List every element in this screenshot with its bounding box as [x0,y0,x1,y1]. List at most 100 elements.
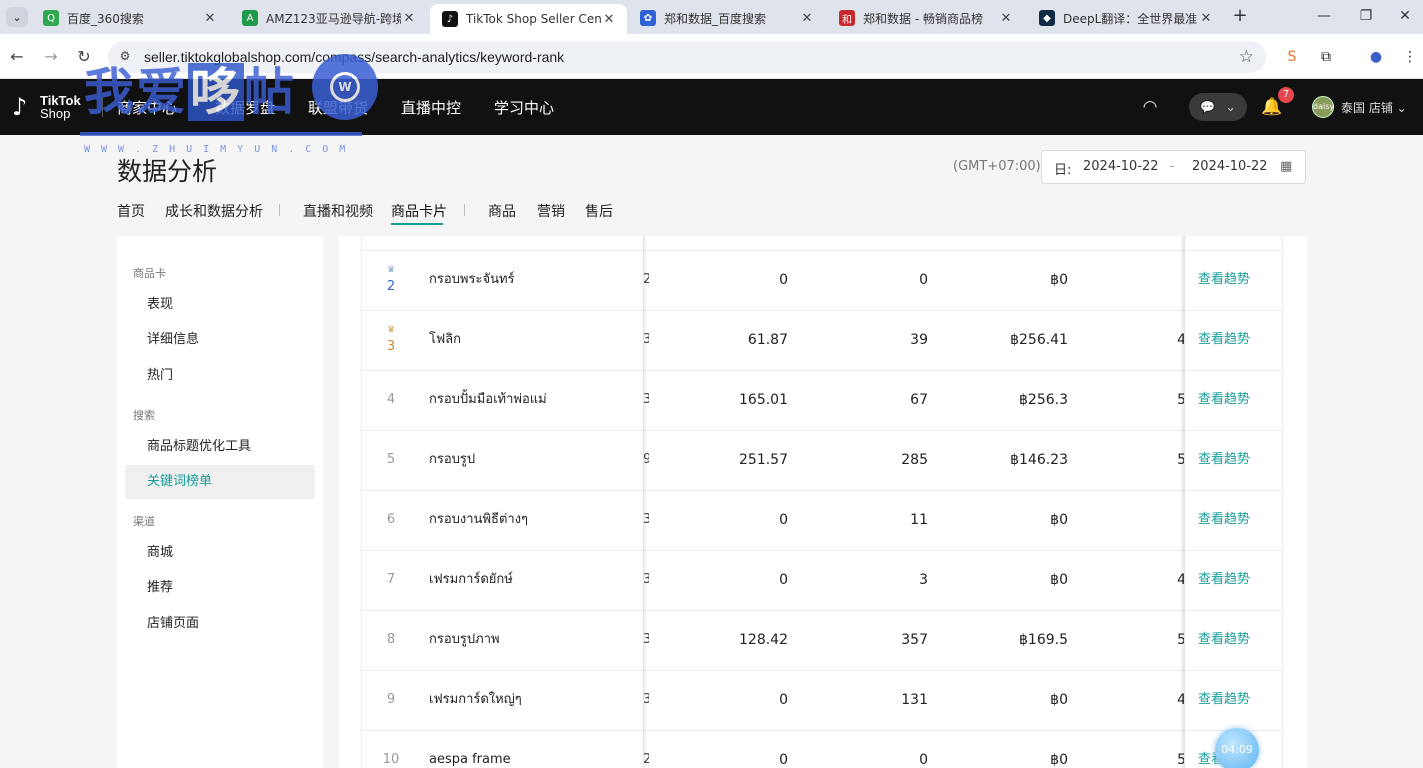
tab-close-icon[interactable]: ✕ [401,11,417,26]
browser-tab[interactable]: ✿ 郑和数据_百度搜索 ✕ [628,4,825,32]
view-trend-link[interactable]: 查看趋势 [1198,551,1278,611]
subnav-growth[interactable]: 成长和数据分析 [165,201,263,221]
sidebar-item-performance[interactable]: 表现 [125,288,315,322]
tab-favicon-icon: ✿ [640,10,656,26]
rank-number: 9 [386,692,396,707]
view-trend-link[interactable]: 查看趋势 [1198,311,1278,371]
subnav-home[interactable]: 首页 [117,201,145,221]
watermark-underline [80,132,362,136]
keyword-rank-table[interactable]: ♛2กรอบพระจันทร์200฿0查看趋势♛3โฟลิก361.8739฿… [361,236,1283,768]
view-trend-link[interactable]: 查看趋势 [1198,611,1278,671]
table-row: 4กรอบปั้มมือเท้าพ่อแม่3165.0167฿256.35查看… [362,371,1282,431]
metric-count: 0 [919,272,928,288]
sidebar-group-search: 搜索 [133,409,155,422]
metric-search-score: 0 [779,272,788,288]
metric-search-score: 0 [779,512,788,528]
tab-close-icon[interactable]: ✕ [1198,11,1214,26]
notification-badge: 7 [1278,87,1294,103]
chevron-down-icon: ⌄ [1396,101,1407,115]
back-icon[interactable]: ← [6,46,28,68]
tab-search-menu-icon[interactable]: ⌄ [6,7,28,27]
sidebar-item-title-optimizer[interactable]: 商品标题优化工具 [125,430,315,464]
metric-count: 357 [901,632,928,648]
view-trend-link[interactable]: 查看趋势 [1198,491,1278,551]
table-row: 9เฟรมการ์ดใหญ่ๆ30131฿04查看趋势 [362,671,1282,731]
tab-close-icon[interactable]: ✕ [799,11,815,26]
subnav-after-sales[interactable]: 售后 [585,201,613,221]
browser-tab[interactable]: ◆ DeepL翻译：全世界最准 ✕ [1027,4,1224,32]
browser-tab[interactable]: A AMZ123亚马逊导航-跨境 ✕ [230,4,427,32]
browser-tab[interactable]: Q 百度_360搜索 ✕ [31,4,228,32]
subnav-live-video[interactable]: 直播和视频 [303,201,373,221]
watermark-part-c: 帖 [244,63,296,121]
calendar-icon[interactable]: ▦ [1280,159,1292,174]
new-tab-icon[interactable]: + [1229,6,1251,28]
date-separator: - [1170,159,1175,174]
tab-title: AMZ123亚马逊导航-跨境 [266,11,401,26]
extension-s-icon[interactable]: S [1282,47,1302,67]
view-trend-link[interactable]: 查看趋势 [1198,371,1278,431]
close-window-icon[interactable]: ✕ [1394,6,1416,28]
metric-avg-price: ฿169.5 [1019,632,1068,648]
metric-avg-price: ฿0 [1050,512,1068,528]
extensions-puzzle-icon[interactable]: ⧉ [1316,47,1336,67]
chat-button[interactable]: 💬 ⌄ [1189,93,1247,121]
tiktok-shop-logo[interactable]: ♪ TikTok Shop [12,93,81,121]
subnav-product-card[interactable]: 商品卡片 [391,201,447,221]
browser-tab[interactable]: ♪ TikTok Shop Seller Cente ✕ [430,4,627,34]
bookmark-star-icon[interactable]: ☆ [1239,47,1254,67]
view-trend-link[interactable]: 查看趋势 [1198,431,1278,491]
sidebar: 商品卡 表现 详细信息 热门 搜索 商品标题优化工具 关键词榜单 渠道 商城 推… [117,236,323,768]
watermark-part-a: 我爱 [84,63,188,121]
tab-close-icon[interactable]: ✕ [998,11,1014,26]
tab-favicon-icon: ♪ [442,11,458,27]
sidebar-item-mall[interactable]: 商城 [125,536,315,570]
browser-tab-strip: ⌄ Q 百度_360搜索 ✕ A AMZ123亚马逊导航-跨境 ✕ ♪ TikTok Shop… [0,0,1423,34]
tab-favicon-icon: 和 [839,10,855,26]
metric-avg-price: ฿146.23 [1010,452,1068,468]
browser-tab[interactable]: 和郑和数据 - 畅销商品榜 ✕ [827,4,1024,32]
view-trend-link[interactable]: 查看趋势 [1198,671,1278,731]
minimize-icon[interactable]: — [1313,6,1335,28]
subnav-product[interactable]: 商品 [488,201,516,221]
shop-name[interactable]: 泰国 店铺 ⌄ [1341,99,1407,116]
sidebar-item-recommend[interactable]: 推荐 [125,571,315,605]
sidebar-item-trending[interactable]: 热门 [125,359,315,393]
date-end[interactable]: 2024-10-22 [1192,159,1268,174]
date-start[interactable]: 2024-10-22 [1083,159,1159,174]
nav-live-control[interactable]: 直播中控 [401,97,461,118]
metric-avg-price: ฿256.3 [1019,392,1068,408]
tiktok-note-icon: ♪ [12,93,28,121]
sidebar-item-keyword-rank[interactable]: 关键词榜单 [125,465,315,499]
keyword-text: กรอบรูปภาพ [429,632,500,647]
tab-close-icon[interactable]: ✕ [601,12,617,27]
table-row-partial [362,236,1282,251]
fixed-column-border-left [643,236,644,768]
profile-icon[interactable]: ● [1366,47,1386,67]
metric-avg-price: ฿0 [1050,692,1068,708]
chat-bubble-icon: 💬 [1200,100,1216,114]
date-range-picker[interactable]: 日: 2024-10-22 - 2024-10-22 ▦ [1041,150,1306,184]
sidebar-item-shop-page[interactable]: 店铺页面 [125,607,315,641]
headset-icon[interactable]: ◠ [1139,95,1161,119]
view-trend-link[interactable]: 查看趋势 [1198,251,1278,311]
metric-search-score: 251.57 [739,452,788,468]
metric-count: 131 [901,692,928,708]
browser-menu-icon[interactable]: ⋮ [1400,47,1420,67]
keyword-text: โฟลิก [429,332,462,347]
watermark-url: WWW.ZHUIMYUN.COM [84,144,357,155]
sidebar-item-details[interactable]: 详细信息 [125,323,315,357]
sidebar-group-channel: 渠道 [133,515,155,528]
metric-search-score: 0 [779,572,788,588]
tab-close-icon[interactable]: ✕ [202,11,218,26]
subnav-divider [464,204,465,216]
tab-title: 郑和数据_百度搜索 [664,11,767,26]
table-row: 6กรอบงานพิธีต่างๆ3011฿0查看趋势 [362,491,1282,551]
keyword-text: กรอบพระจันทร์ [429,272,515,287]
chevron-down-icon: ⌄ [1225,100,1236,114]
maximize-icon[interactable]: ❐ [1355,6,1377,28]
nav-learning-center[interactable]: 学习中心 [494,97,554,118]
forward-icon[interactable]: → [40,46,62,68]
avatar[interactable]: daisy [1312,96,1334,118]
subnav-marketing[interactable]: 营销 [537,201,565,221]
